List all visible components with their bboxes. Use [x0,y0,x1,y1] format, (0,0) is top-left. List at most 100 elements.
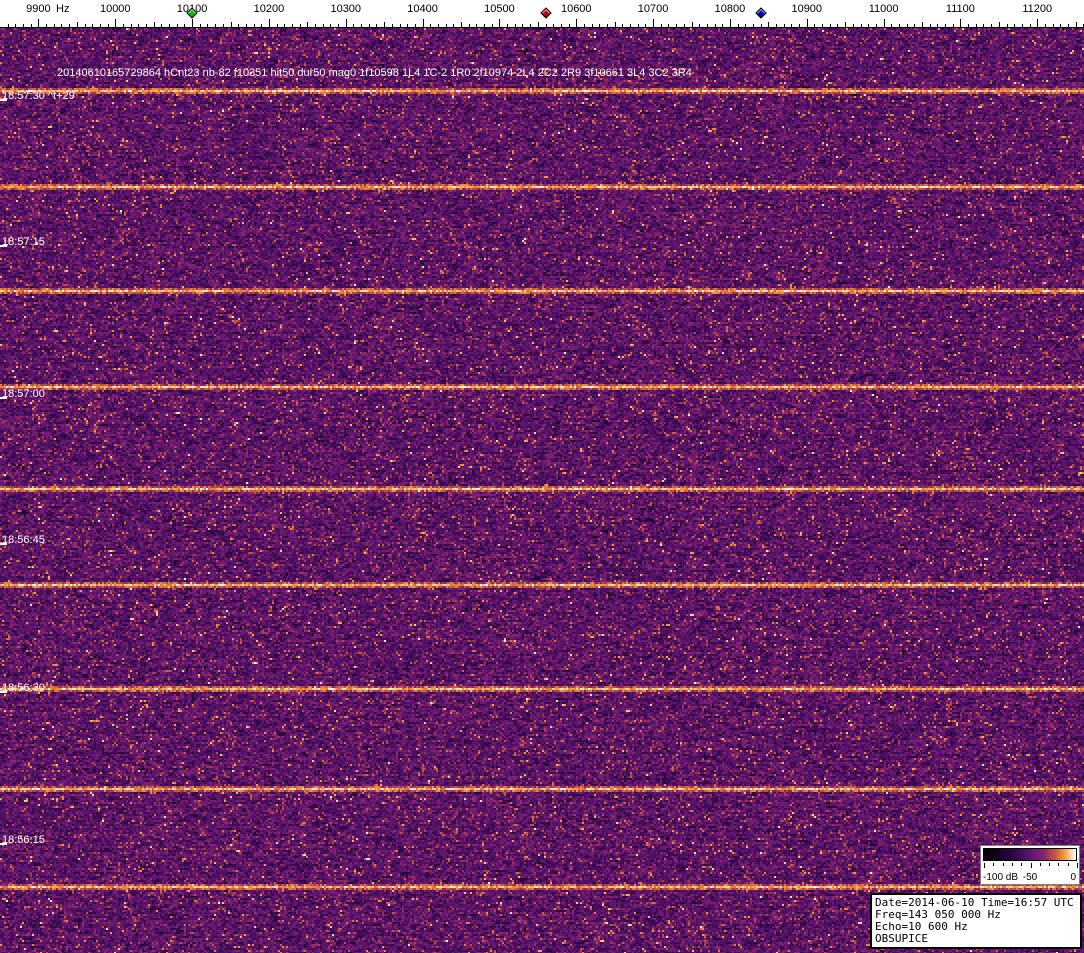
ruler-tick [868,24,869,27]
freq-tick-label: 10600 [560,3,592,15]
ruler-tick [668,24,669,27]
ruler-tick [922,22,923,27]
colorbar-tick [1077,863,1078,868]
ruler-tick [814,24,815,27]
time-label: 18:57:30 ^t+29 [2,90,75,102]
ruler-tick [277,24,278,27]
ruler-tick [830,24,831,27]
ruler-tick [937,24,938,27]
ruler-tick [907,24,908,27]
freq-tick-label: 10400 [407,3,438,15]
ruler-tick [192,19,193,27]
ruler-tick [1014,24,1015,27]
ruler-tick [123,24,124,27]
ruler-tick [415,24,416,27]
ruler-tick [246,24,247,27]
freq-tick-label: 10200 [253,3,285,15]
ruler-tick [899,24,900,27]
ruler-tick [92,24,93,27]
ruler-tick [338,24,339,27]
ruler-tick [983,24,984,27]
ruler-tick [1060,24,1061,27]
colorbar-label-mid: -50 [1022,872,1038,883]
ruler-tick [77,22,78,27]
marker-red-diamond[interactable] [539,7,552,19]
ruler-tick [1068,24,1069,27]
ruler-tick [384,22,385,27]
ruler-tick [353,24,354,27]
ruler-tick [645,24,646,27]
ruler-tick [653,19,654,27]
ruler-tick [837,24,838,27]
ruler-tick [269,19,270,27]
freq-tick-label: 10300 [330,3,362,15]
ruler-tick [430,24,431,27]
ruler-tick [15,24,16,27]
ruler-tick [807,19,808,27]
ruler-tick [284,24,285,27]
ruler-tick [615,22,616,27]
colorbar-gradient [983,848,1077,861]
freq-tick-label: 11100 [945,3,975,15]
colorbar-tick [1011,863,1013,866]
ruler-tick [676,24,677,27]
ruler-tick [407,24,408,27]
colorbar-tick [1039,863,1041,866]
ruler-tick [423,19,424,27]
ruler-tick [461,22,462,27]
ruler-tick [177,24,178,27]
ruler-tick [884,19,885,27]
ruler-tick [592,24,593,27]
ruler-tick [61,24,62,27]
ruler-tick [715,24,716,27]
colorbar-tick [1002,863,1004,866]
ruler-tick [876,24,877,27]
time-axis-tick [0,245,7,247]
ruler-tick [376,24,377,27]
ruler-tick [184,24,185,27]
ruler-tick [1076,22,1077,27]
ruler-tick [54,24,55,27]
ruler-tick [684,24,685,27]
time-label: 18:57:00 [2,388,45,400]
ruler-tick [607,24,608,27]
ruler-tick [1007,24,1008,27]
spectrogram-area[interactable]: 20140610165729864 hCnt23 nb-82 f10351 hi… [0,28,1084,953]
ruler-tick [930,24,931,27]
ruler-tick [546,24,547,27]
ruler-tick [369,24,370,27]
ruler-tick [791,24,792,27]
ruler-tick [85,24,86,27]
ruler-tick [953,24,954,27]
time-axis-tick [0,691,7,693]
ruler-tick [638,24,639,27]
ruler-tick [169,24,170,27]
ruler-tick [69,24,70,27]
ruler-tick [1045,24,1046,27]
colorbar-tick [1067,863,1069,866]
ruler-tick [960,19,961,27]
ruler-tick [307,22,308,27]
ruler-tick [115,19,116,27]
ruler-tick [207,24,208,27]
ruler-tick [515,24,516,27]
spectrogram-canvas[interactable] [0,28,1084,953]
ruler-tick [569,24,570,27]
ruler-tick [738,24,739,27]
freq-tick-label: 10000 [99,3,131,15]
ruler-tick [400,24,401,27]
detection-annotation: 20140610165729864 hCnt23 nb-82 f10351 hi… [57,67,692,79]
freq-tick-label: 11200 [1022,3,1053,15]
ruler-tick [146,24,147,27]
ruler-tick [108,24,109,27]
ruler-tick [776,24,777,27]
ruler-tick [914,24,915,27]
ruler-tick [261,24,262,27]
ruler-tick [292,24,293,27]
colorbar-tick [1049,863,1051,866]
marker-blue-diamond[interactable] [754,7,767,19]
ruler-tick [853,24,854,27]
ruler-tick [630,24,631,27]
ruler-tick [945,24,946,27]
ruler-tick [722,24,723,27]
